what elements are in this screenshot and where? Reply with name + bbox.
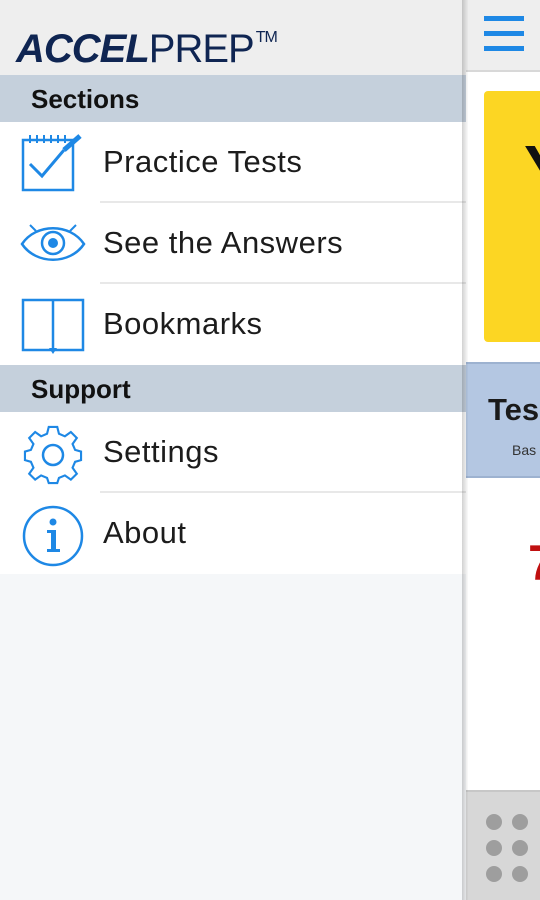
test-card[interactable]: Tes Bas [466, 362, 540, 478]
book-icon [20, 296, 86, 354]
app-bar [466, 0, 540, 72]
drawer-item-label: Practice Tests [103, 144, 303, 179]
drawer-item-practice-tests[interactable]: Practice Tests [0, 122, 466, 203]
drawer-item-label: See the Answers [103, 225, 344, 260]
drawer-item-label: About [103, 515, 187, 550]
drawer-item-label: Settings [103, 434, 220, 469]
drawer-item-label: Bookmarks [103, 306, 263, 341]
featured-card-glyph: Y [524, 131, 540, 205]
navigation-drawer: ACCELPREP TM Sections Practice Tests See… [0, 0, 466, 900]
drawer-item-bookmarks[interactable]: Bookmarks [0, 284, 466, 365]
info-icon [20, 505, 86, 567]
drawer-item-about[interactable]: About [0, 493, 466, 574]
drawer-shadow [462, 0, 468, 900]
checklist-icon [20, 134, 86, 192]
section-header-support: Support [0, 365, 466, 412]
bottom-bar [466, 790, 540, 900]
drawer-item-see-the-answers[interactable]: See the Answers [0, 203, 466, 284]
app-logo: ACCELPREP TM [16, 14, 278, 73]
section-header-sections: Sections [0, 75, 466, 122]
red-text-glyph: 7 [528, 534, 540, 592]
logo-accel-text: ACCEL [16, 27, 150, 71]
hamburger-menu-icon[interactable] [482, 12, 528, 58]
logo-trademark: TM [255, 29, 278, 46]
logo-prep-text: PREP [148, 27, 255, 71]
apps-grid-icon[interactable] [484, 810, 540, 890]
main-content-panel: Y Tes Bas 7 [466, 0, 540, 900]
test-card-title: Tes [488, 392, 540, 427]
eye-icon [20, 215, 86, 273]
test-card-subtitle: Bas [512, 442, 537, 458]
gear-icon [20, 424, 86, 485]
drawer-header: ACCELPREP TM [0, 0, 466, 75]
featured-card[interactable]: Y [484, 91, 540, 342]
drawer-item-settings[interactable]: Settings [0, 412, 466, 493]
